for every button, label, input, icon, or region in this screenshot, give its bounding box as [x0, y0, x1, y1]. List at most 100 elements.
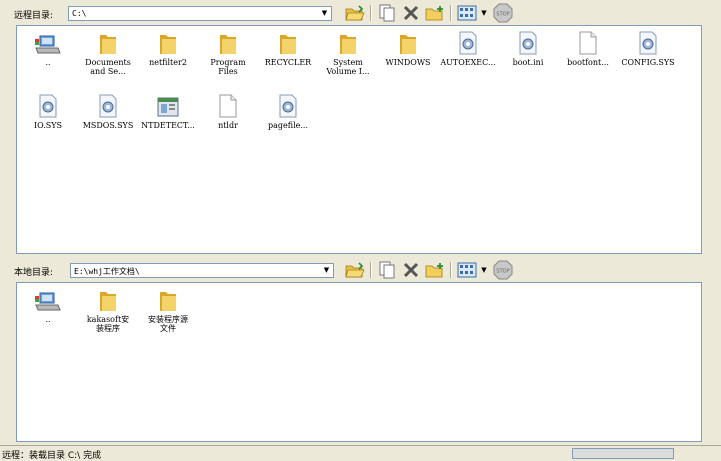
delete-button[interactable]: [400, 260, 422, 280]
view-mode-button[interactable]: [456, 260, 478, 280]
item-label: System Volume I...: [326, 58, 370, 76]
item-label: AUTOEXEC...: [440, 58, 496, 67]
item-label: Documents and Se...: [85, 58, 131, 76]
status-bar: 远程：装载目录 C:\ 完成: [0, 445, 721, 461]
open-folder-button[interactable]: [344, 3, 366, 23]
settings-file-icon: [639, 31, 657, 55]
chevron-down-icon[interactable]: ▼: [319, 8, 330, 19]
folder-icon: [220, 35, 236, 54]
item-label: MSDOS.SYS: [82, 121, 134, 130]
delete-icon: [403, 262, 419, 278]
chevron-down-icon: ▼: [481, 266, 487, 274]
new-folder-icon: [425, 263, 443, 278]
grid-view-icon: [457, 5, 477, 21]
folder-icon: [100, 292, 116, 311]
file-icon: [219, 94, 237, 118]
item-label: kakasoft安 装程序: [86, 315, 130, 333]
item-label: ntldr: [218, 121, 238, 130]
app-window-icon: [157, 97, 179, 117]
view-mode-dropdown[interactable]: ▼: [478, 3, 490, 23]
open-folder-button[interactable]: [344, 260, 366, 280]
grid-view-icon: [457, 262, 477, 278]
stop-button[interactable]: STOP: [492, 3, 514, 23]
stop-button[interactable]: STOP: [492, 260, 514, 280]
copy-icon: [379, 261, 395, 279]
view-mode-dropdown[interactable]: ▼: [478, 260, 490, 280]
new-folder-button[interactable]: [424, 3, 446, 23]
folder-item[interactable]: Program Files: [197, 28, 259, 76]
stop-icon: STOP: [493, 260, 513, 280]
settings-file-icon: [99, 94, 117, 118]
delete-icon: [403, 5, 419, 21]
folder-item[interactable]: System Volume I...: [317, 28, 379, 76]
item-label: WINDOWS: [385, 58, 431, 67]
folder-icon: [400, 35, 416, 54]
file-item[interactable]: bootfont...: [557, 28, 619, 67]
progress-bar: [572, 448, 674, 459]
svg-text:STOP: STOP: [496, 12, 509, 18]
chevron-down-icon: ▼: [481, 9, 487, 17]
item-label: Program Files: [210, 58, 246, 76]
item-label: netfilter2: [149, 58, 187, 67]
item-label: CONFIG.SYS: [621, 58, 675, 67]
open-folder-icon: [345, 262, 365, 278]
computer-up-icon: [35, 35, 61, 54]
folder-icon: [340, 35, 356, 54]
folder-item[interactable]: WINDOWS: [377, 28, 439, 67]
item-label: RECYCLER: [264, 58, 312, 67]
folder-item[interactable]: 安装程序源 文件: [137, 285, 199, 333]
folder-item[interactable]: Documents and Se...: [77, 28, 139, 76]
view-mode-button[interactable]: [456, 3, 478, 23]
item-label: ..: [45, 315, 51, 324]
file-item[interactable]: AUTOEXEC...: [437, 28, 499, 67]
stop-icon: STOP: [493, 3, 513, 23]
file-item[interactable]: MSDOS.SYS: [77, 91, 139, 130]
parent-dir-item[interactable]: ..: [17, 285, 79, 324]
file-icon: [579, 31, 597, 55]
local-path-combo[interactable]: E:\whj工作文档\ ▼: [70, 263, 334, 278]
folder-icon: [160, 35, 176, 54]
svg-text:STOP: STOP: [496, 269, 509, 275]
local-path-value: E:\whj工作文档\: [74, 267, 140, 276]
copy-button[interactable]: [376, 260, 398, 280]
file-item[interactable]: IO.SYS: [17, 91, 79, 130]
remote-dir-label: 远程目录:: [14, 11, 54, 21]
file-item[interactable]: NTDETECT...: [137, 91, 199, 130]
copy-icon: [379, 4, 395, 22]
folder-item[interactable]: RECYCLER: [257, 28, 319, 67]
item-label: boot.ini: [512, 58, 544, 67]
remote-file-panel[interactable]: .. Documents and Se... netfilter2 Program F…: [16, 25, 702, 254]
remote-path-bar: 远程目录: C:\ ▼ ▼ STOP: [0, 1, 721, 25]
local-dir-label: 本地目录:: [14, 268, 54, 278]
parent-dir-item[interactable]: ..: [17, 28, 79, 67]
folder-icon: [100, 35, 116, 54]
chevron-down-icon[interactable]: ▼: [321, 265, 332, 276]
folder-icon: [280, 35, 296, 54]
copy-button[interactable]: [376, 3, 398, 23]
item-label: 安装程序源 文件: [148, 315, 188, 333]
computer-up-icon: [35, 292, 61, 311]
item-label: ..: [45, 58, 51, 67]
local-file-panel[interactable]: .. kakasoft安 装程序 安装程序源 文件: [16, 282, 702, 442]
item-label: NTDETECT...: [141, 121, 195, 130]
file-item[interactable]: pagefile...: [257, 91, 319, 130]
new-folder-icon: [425, 6, 443, 21]
folder-icon: [160, 292, 176, 311]
remote-path-value: C:\: [72, 9, 87, 18]
file-item[interactable]: CONFIG.SYS: [617, 28, 679, 67]
remote-path-combo[interactable]: C:\ ▼: [68, 6, 332, 21]
folder-item[interactable]: kakasoft安 装程序: [77, 285, 139, 333]
delete-button[interactable]: [400, 3, 422, 23]
file-item[interactable]: boot.ini: [497, 28, 559, 67]
folder-item[interactable]: netfilter2: [137, 28, 199, 67]
file-item[interactable]: ntldr: [197, 91, 259, 130]
new-folder-button[interactable]: [424, 260, 446, 280]
settings-file-icon: [39, 94, 57, 118]
item-label: pagefile...: [267, 121, 308, 130]
item-label: IO.SYS: [33, 121, 63, 130]
status-text: 远程：装载目录 C:\ 完成: [2, 451, 102, 461]
settings-file-icon: [279, 94, 297, 118]
settings-file-icon: [519, 31, 537, 55]
open-folder-icon: [345, 5, 365, 21]
local-path-bar: 本地目录: E:\whj工作文档\ ▼ ▼ STOP: [0, 258, 721, 282]
